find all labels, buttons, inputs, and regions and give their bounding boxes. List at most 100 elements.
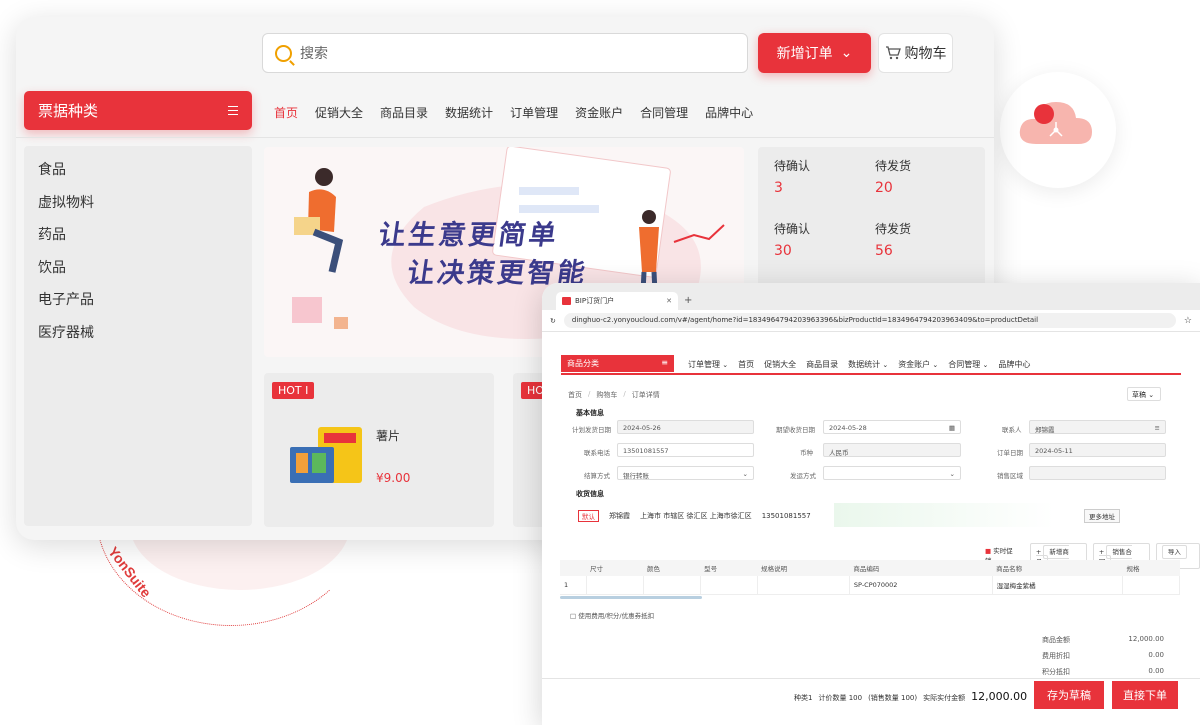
column-header: 颜色: [643, 560, 701, 576]
table-cell: [700, 576, 758, 595]
stat-pending-confirm[interactable]: 待确认 30: [774, 220, 810, 259]
nav-home[interactable]: 首页: [274, 104, 298, 121]
field-value: 郑锦霞: [1035, 426, 1055, 434]
column-header: 规格: [1122, 560, 1180, 576]
stat-label: 待发货: [875, 222, 912, 236]
nav-catalog[interactable]: 商品目录: [806, 359, 838, 370]
calendar-icon: ▦: [948, 424, 955, 432]
stat-label: 待确认: [774, 159, 811, 173]
url-input[interactable]: dinghuo-c2.yonyoucloud.com/v#/agent/home…: [563, 313, 1176, 328]
table-cell: [643, 576, 701, 595]
stat-pending-ship[interactable]: 待发货 20: [875, 157, 911, 196]
table-cell: [757, 576, 850, 595]
total-row: 商品金额 12,000.00: [1042, 635, 1164, 651]
nav-contracts[interactable]: 合同管理: [948, 359, 988, 370]
category-item[interactable]: 食品: [38, 154, 238, 187]
address-card[interactable]: 默认 郑锦霞 上海市 市辖区 徐汇区 上海市徐汇区 13501081557: [578, 503, 1160, 527]
search-input[interactable]: 搜索: [262, 33, 748, 73]
breadcrumb-home[interactable]: 首页: [568, 390, 582, 400]
breadcrumb-cart[interactable]: 购物车: [596, 390, 617, 400]
menu-icon: ≡: [661, 358, 668, 367]
reload-icon[interactable]: ↻: [550, 317, 556, 325]
banner-slogan: 让生意更简单 让决策更智能: [371, 217, 596, 293]
nav-statistics[interactable]: 数据统计: [848, 359, 888, 370]
field-value: 银行转账: [623, 472, 649, 480]
nav-orders[interactable]: 订单管理: [510, 104, 558, 121]
new-tab-icon[interactable]: +: [684, 295, 692, 306]
category-item[interactable]: 电子产品: [38, 284, 238, 317]
stat-value: 30: [774, 243, 792, 259]
cloud-network-icon: [1019, 102, 1092, 144]
search-placeholder: 搜索: [300, 46, 328, 62]
column-header: [560, 560, 586, 576]
status-select[interactable]: 草稿 ⌄: [1127, 387, 1161, 401]
contact-field[interactable]: 郑锦霞 ≡: [1029, 420, 1166, 434]
currency-field[interactable]: 人民币: [823, 443, 961, 457]
nav-catalog[interactable]: 商品目录: [380, 104, 428, 121]
place-order-button[interactable]: 直接下单: [1112, 681, 1178, 709]
product-category-button[interactable]: 商品分类 ≡: [561, 355, 674, 372]
nav-statistics[interactable]: 数据统计: [445, 104, 493, 121]
default-badge: 默认: [578, 510, 599, 522]
settlement-select[interactable]: 银行转账 ⌄: [617, 466, 754, 480]
browser-tab[interactable]: BIP订货门户 ✕: [556, 292, 678, 310]
order-stats-panel: 待确认 3 待发货 20 待确认 30 待发货 56: [758, 147, 985, 297]
table-cell: 1: [560, 576, 587, 595]
portal-nav: 订单管理 首页 促销大全 商品目录 数据统计 资金账户 合同管理 品牌中心: [688, 359, 1030, 370]
nav-brand[interactable]: 品牌中心: [705, 104, 753, 121]
search-icon: [275, 44, 292, 62]
cart-label: 购物车: [904, 46, 947, 62]
expected-receive-date-field[interactable]: 2024-05-28 ▦: [823, 420, 961, 434]
product-card[interactable]: HOT I 薯片 ¥9.00: [264, 373, 494, 527]
ship-method-select[interactable]: ⌄: [823, 466, 961, 480]
nav-promotions[interactable]: 促销大全: [315, 104, 363, 121]
category-header[interactable]: 票据种类: [24, 91, 252, 130]
plan-ship-date-field[interactable]: 2024-05-26: [617, 420, 754, 434]
more-address-button[interactable]: 更多地址: [1084, 509, 1120, 523]
field-label: 联系人: [1002, 426, 1022, 434]
nav-orders[interactable]: 订单管理: [688, 359, 728, 370]
cart-button[interactable]: 购物车: [878, 33, 953, 73]
category-list: 食品 虚拟物料 药品 饮品 电子产品 医疗器械: [24, 146, 252, 526]
nav-promotions[interactable]: 促销大全: [764, 359, 796, 370]
stat-value: 56: [875, 243, 893, 259]
new-order-button[interactable]: 新增订单 ⌄: [758, 33, 871, 73]
address-highlight: [834, 503, 1054, 527]
nav-home[interactable]: 首页: [738, 359, 754, 370]
field-label: 期望收货日期: [776, 426, 815, 434]
table-header-row: 尺寸 颜色 型号 规格说明 商品编码 商品名称 规格: [560, 560, 1180, 576]
total-row: 费用折扣 0.00: [1042, 651, 1164, 667]
table-scrollbar[interactable]: [560, 596, 702, 599]
order-date-field[interactable]: 2024-05-11: [1029, 443, 1166, 457]
field-label: 订单日期: [997, 449, 1023, 457]
category-item[interactable]: 饮品: [38, 252, 238, 285]
phone-field[interactable]: 13501081557: [617, 443, 754, 457]
field-value: 2024-05-28: [829, 424, 867, 432]
bookmark-star-icon[interactable]: ☆: [1184, 316, 1192, 326]
nav-accounts[interactable]: 资金账户: [898, 359, 938, 370]
stat-pending-ship[interactable]: 待发货 56: [875, 220, 911, 259]
nav-contracts[interactable]: 合同管理: [640, 104, 688, 121]
category-item[interactable]: 药品: [38, 219, 238, 252]
nav-brand[interactable]: 品牌中心: [998, 359, 1030, 370]
cart-icon: [885, 46, 901, 60]
close-icon[interactable]: ✕: [666, 297, 672, 305]
use-points-checkbox[interactable]: 使用费用/积分/优惠券抵扣: [570, 610, 654, 620]
new-order-label: 新增订单: [776, 46, 833, 62]
table-cell: [586, 576, 644, 595]
save-draft-button[interactable]: 存为草稿: [1034, 681, 1104, 709]
sales-region-field[interactable]: [1029, 466, 1166, 480]
category-item[interactable]: 医疗器械: [38, 317, 238, 350]
stat-pending-confirm[interactable]: 待确认 3: [774, 157, 810, 196]
stage: YonSuite 搜索 新增订单 ⌄ 购物车 票据种类 首页 促销大全 商品目录…: [0, 0, 1200, 725]
category-title: 票据种类: [38, 102, 99, 120]
table-row[interactable]: 1 SP-CP070002 湿湿梅金紫橘: [560, 576, 1181, 595]
total-label: 商品金额: [1042, 636, 1070, 644]
category-item[interactable]: 虚拟物料: [38, 187, 238, 220]
nav-accounts[interactable]: 资金账户: [575, 104, 623, 121]
section-receipt-info: 收货信息: [576, 490, 604, 498]
column-header: 商品编码: [849, 560, 993, 576]
chevron-down-icon: ⌄: [840, 45, 853, 61]
address-bar: ↻ dinghuo-c2.yonyoucloud.com/v#/agent/ho…: [542, 310, 1200, 332]
chips-product-image: [290, 427, 362, 483]
